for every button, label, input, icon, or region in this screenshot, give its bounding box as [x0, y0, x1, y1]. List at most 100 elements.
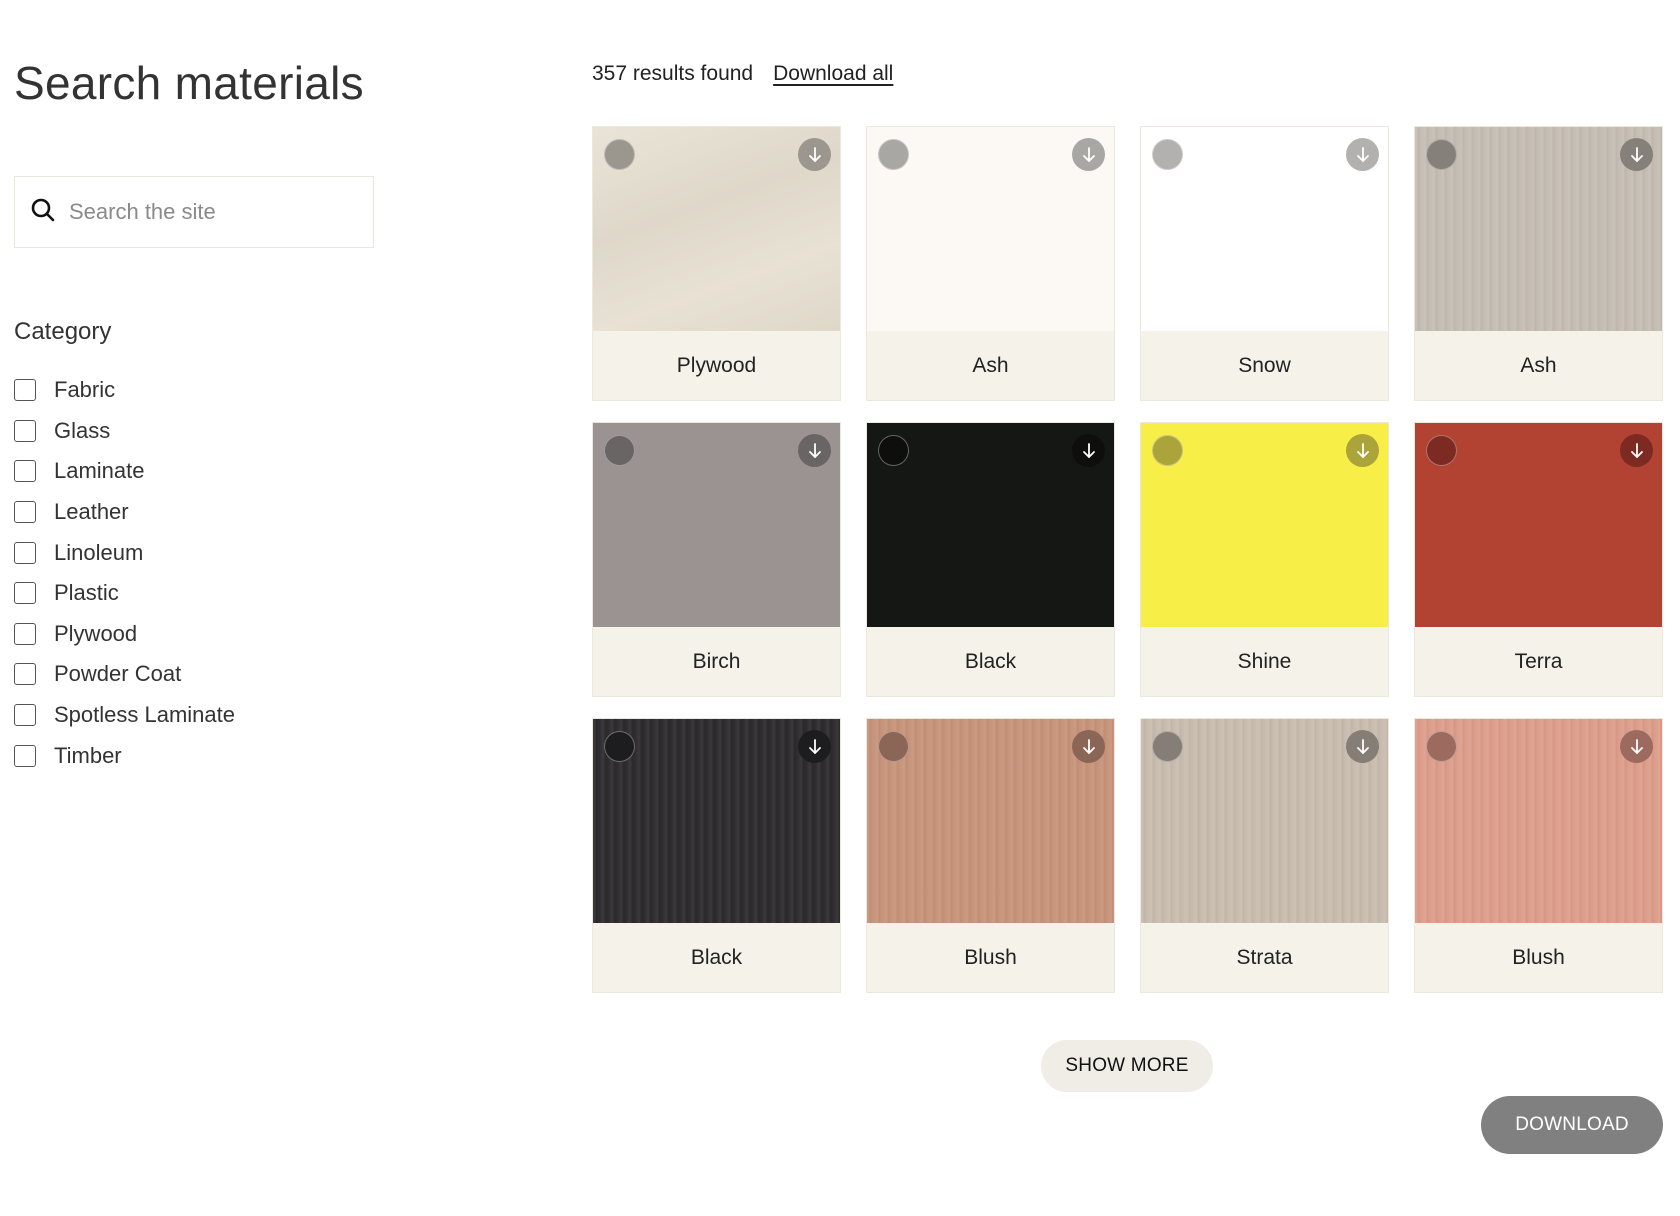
material-card[interactable]: Blush	[866, 718, 1115, 993]
category-checkbox[interactable]	[14, 501, 36, 524]
material-swatch[interactable]	[1141, 127, 1388, 331]
category-item-plywood[interactable]: Plywood	[14, 614, 235, 655]
material-swatch[interactable]	[867, 423, 1114, 627]
category-label: Timber	[54, 742, 122, 768]
download-all-link[interactable]: Download all	[773, 62, 893, 86]
select-circle-icon[interactable]	[604, 139, 635, 170]
material-name: Birch	[692, 649, 741, 673]
material-card[interactable]: Black	[592, 718, 841, 993]
material-swatch[interactable]	[867, 719, 1114, 923]
material-name: Shine	[1237, 649, 1292, 673]
material-name: Plywood	[676, 353, 757, 377]
category-label: Powder Coat	[54, 661, 182, 687]
material-card[interactable]: Birch	[592, 422, 841, 697]
show-more-button[interactable]: SHOW MORE	[1041, 1040, 1213, 1092]
download-arrow-icon[interactable]	[798, 730, 831, 763]
category-item-plastic[interactable]: Plastic	[14, 573, 235, 614]
select-circle-icon[interactable]	[878, 139, 909, 170]
material-card[interactable]: Ash	[1414, 126, 1663, 401]
results-count: 357 results found	[592, 62, 754, 85]
category-label: Spotless Laminate	[54, 702, 235, 728]
select-circle-icon[interactable]	[1152, 139, 1183, 170]
download-arrow-icon[interactable]	[798, 138, 831, 171]
material-swatch[interactable]	[1141, 719, 1388, 923]
download-arrow-icon[interactable]	[1072, 434, 1105, 467]
material-name: Strata	[1236, 945, 1293, 969]
select-circle-icon[interactable]	[1426, 139, 1457, 170]
category-label: Leather	[54, 499, 129, 525]
category-item-leather[interactable]: Leather	[14, 492, 235, 533]
category-checkbox[interactable]	[14, 379, 36, 402]
category-label: Laminate	[54, 458, 145, 484]
material-name: Blush	[1512, 945, 1565, 969]
category-checkbox[interactable]	[14, 541, 36, 564]
material-card[interactable]: Shine	[1140, 422, 1389, 697]
category-filter-list: Fabric Glass Laminate Leather Linoleum Plasti…	[14, 370, 235, 776]
material-card[interactable]: Plywood	[592, 126, 841, 401]
download-arrow-icon[interactable]	[1346, 434, 1379, 467]
material-card[interactable]: Strata	[1140, 718, 1389, 993]
category-label: Linoleum	[54, 539, 144, 565]
material-name: Ash	[1520, 353, 1557, 377]
material-name: Black	[964, 649, 1017, 673]
category-label: Plastic	[54, 580, 119, 606]
material-swatch[interactable]	[867, 127, 1114, 331]
select-circle-icon[interactable]	[878, 731, 909, 762]
category-label: Plywood	[54, 620, 138, 646]
select-circle-icon[interactable]	[1426, 435, 1457, 466]
category-item-timber[interactable]: Timber	[14, 735, 235, 776]
select-circle-icon[interactable]	[1426, 731, 1457, 762]
material-swatch[interactable]	[1415, 423, 1662, 627]
search-icon	[29, 196, 57, 229]
material-name: Black	[690, 945, 743, 969]
category-checkbox[interactable]	[14, 419, 36, 442]
category-item-fabric[interactable]: Fabric	[14, 370, 235, 411]
material-name: Ash	[972, 353, 1009, 377]
category-checkbox[interactable]	[14, 582, 36, 605]
category-checkbox[interactable]	[14, 622, 36, 645]
download-arrow-icon[interactable]	[1346, 730, 1379, 763]
material-swatch[interactable]	[1141, 423, 1388, 627]
materials-grid: Plywood Ash Snow Ash Birch Black Shine Terra Bla…	[592, 126, 1663, 993]
material-swatch[interactable]	[593, 423, 840, 627]
material-card[interactable]: Terra	[1414, 422, 1663, 697]
download-button[interactable]: DOWNLOAD	[1481, 1096, 1663, 1154]
category-label: Fabric	[54, 377, 116, 403]
category-item-spotless-laminate[interactable]: Spotless Laminate	[14, 695, 235, 736]
category-item-powder-coat[interactable]: Powder Coat	[14, 654, 235, 695]
material-name: Blush	[964, 945, 1017, 969]
select-circle-icon[interactable]	[1152, 435, 1183, 466]
category-checkbox[interactable]	[14, 460, 36, 483]
material-swatch[interactable]	[1415, 719, 1662, 923]
download-arrow-icon[interactable]	[1072, 138, 1105, 171]
select-circle-icon[interactable]	[604, 731, 635, 762]
material-card[interactable]: Snow	[1140, 126, 1389, 401]
material-card[interactable]: Ash	[866, 126, 1115, 401]
select-circle-icon[interactable]	[1152, 731, 1183, 762]
material-swatch[interactable]	[593, 719, 840, 923]
category-item-glass[interactable]: Glass	[14, 411, 235, 452]
download-arrow-icon[interactable]	[798, 434, 831, 467]
select-circle-icon[interactable]	[878, 435, 909, 466]
category-item-laminate[interactable]: Laminate	[14, 451, 235, 492]
category-checkbox[interactable]	[14, 704, 36, 727]
download-arrow-icon[interactable]	[1620, 138, 1653, 171]
material-swatch[interactable]	[593, 127, 840, 331]
material-card[interactable]: Black	[866, 422, 1115, 697]
download-arrow-icon[interactable]	[1346, 138, 1379, 171]
material-name: Terra	[1514, 649, 1563, 673]
select-circle-icon[interactable]	[604, 435, 635, 466]
category-item-linoleum[interactable]: Linoleum	[14, 532, 235, 573]
download-arrow-icon[interactable]	[1620, 730, 1653, 763]
search-input[interactable]	[69, 199, 349, 225]
results-header: 357 results found Download all	[592, 62, 893, 86]
category-label: Glass	[54, 417, 111, 443]
material-card[interactable]: Blush	[1414, 718, 1663, 993]
search-field[interactable]	[14, 176, 374, 248]
category-checkbox[interactable]	[14, 663, 36, 686]
download-arrow-icon[interactable]	[1620, 434, 1653, 467]
download-arrow-icon[interactable]	[1072, 730, 1105, 763]
material-name: Snow	[1238, 353, 1291, 377]
material-swatch[interactable]	[1415, 127, 1662, 331]
category-checkbox[interactable]	[14, 744, 36, 767]
